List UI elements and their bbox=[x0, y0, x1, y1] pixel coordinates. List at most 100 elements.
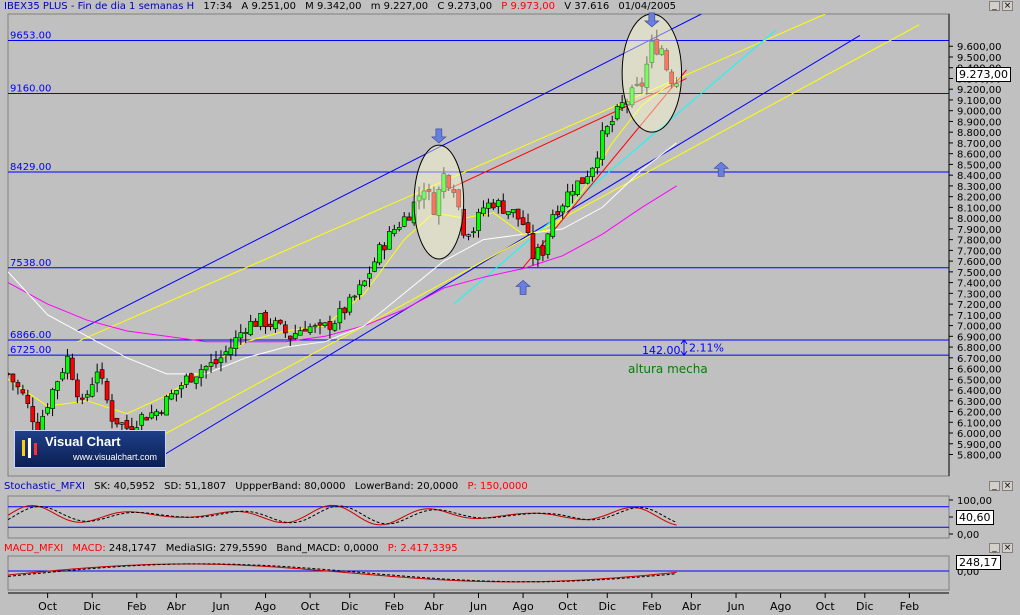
bull-candle bbox=[332, 323, 338, 331]
time-tick-label: Dic bbox=[856, 600, 874, 613]
price-tick-label: 8.000,00 bbox=[957, 214, 1002, 225]
time-tick-label: Feb bbox=[900, 600, 919, 613]
bull-candle bbox=[471, 231, 476, 234]
logo-brand: Visual Chart bbox=[45, 434, 121, 449]
time-tick-label: Abr bbox=[424, 600, 444, 613]
price-tick-label: 8.100,00 bbox=[957, 203, 1002, 214]
price-tick-label: 7.300,00 bbox=[957, 289, 1002, 300]
stoch-k-line bbox=[7, 504, 677, 526]
bull-candle bbox=[94, 371, 100, 384]
bear-candle bbox=[104, 381, 110, 401]
price-tick-label: 6.500,00 bbox=[957, 375, 1002, 386]
price-tick-label: 9.600,00 bbox=[957, 42, 1002, 53]
bull-candle bbox=[55, 381, 60, 391]
bull-candle bbox=[372, 261, 377, 272]
bull-candle bbox=[208, 362, 214, 367]
level-label: 6725.00 bbox=[10, 345, 51, 356]
bull-candle bbox=[233, 337, 239, 349]
bull-candle bbox=[570, 191, 575, 196]
bear-candle bbox=[268, 323, 273, 328]
bull-candle bbox=[387, 231, 392, 250]
last-price-box: 9.273,00 bbox=[956, 67, 1011, 82]
price-tick-label: 7.700,00 bbox=[957, 246, 1002, 257]
logo-mark-icon bbox=[22, 438, 37, 458]
bear-candle bbox=[342, 307, 348, 314]
price-tick-label: 6.800,00 bbox=[957, 343, 1002, 354]
bull-candle bbox=[139, 414, 145, 426]
bear-candle bbox=[580, 177, 585, 184]
time-tick-label: Abr bbox=[682, 600, 702, 613]
price-tick-label: 6.300,00 bbox=[957, 397, 1002, 408]
bull-candle bbox=[481, 207, 486, 215]
bull-candle bbox=[149, 412, 154, 419]
price-tick-label: 6.200,00 bbox=[957, 408, 1002, 419]
bear-candle bbox=[515, 208, 521, 220]
bull-candle bbox=[297, 330, 303, 336]
bull-candle bbox=[545, 233, 551, 255]
price-tick-label: 8.300,00 bbox=[957, 182, 1002, 193]
time-tick-label: Oct bbox=[301, 600, 321, 613]
bear-candle bbox=[124, 420, 130, 429]
bull-candle bbox=[392, 229, 397, 234]
bear-candle bbox=[79, 397, 85, 400]
bear-candle bbox=[70, 357, 75, 380]
time-tick-label: Oct bbox=[38, 600, 58, 613]
price-tick-label: 6.600,00 bbox=[957, 365, 1002, 376]
time-tick-label: Jun bbox=[469, 600, 487, 613]
bull-candle bbox=[292, 333, 298, 339]
bull-candle bbox=[193, 376, 199, 384]
time-tick-label: Ago bbox=[770, 600, 792, 613]
bull-candle bbox=[476, 211, 481, 231]
bear-candle bbox=[159, 412, 164, 414]
bear-candle bbox=[10, 373, 16, 383]
bear-candle bbox=[525, 222, 531, 233]
price-tick-label: 6.400,00 bbox=[957, 386, 1002, 397]
bear-candle bbox=[253, 320, 258, 327]
bull-candle bbox=[238, 332, 244, 339]
time-tick-label: Feb bbox=[127, 600, 146, 613]
bear-candle bbox=[188, 373, 194, 383]
time-tick-label: Feb bbox=[642, 600, 661, 613]
bull-candle bbox=[357, 284, 362, 295]
bull-candle bbox=[560, 205, 565, 213]
bull-candle bbox=[218, 357, 224, 363]
wick-label: altura mecha bbox=[628, 362, 708, 376]
price-tick-label: 6.900,00 bbox=[957, 332, 1002, 343]
price-tick-label: 7.200,00 bbox=[957, 300, 1002, 311]
macd-panel: MACD_MFXI MACD: 248,1747 MediaSIG: 279,5… bbox=[4, 542, 1019, 592]
bull-candle bbox=[595, 157, 600, 169]
macd-last-value: 248,17 bbox=[956, 555, 1001, 570]
price-tick-label: 7.900,00 bbox=[957, 225, 1002, 236]
price-tick-label: 6.000,00 bbox=[957, 429, 1002, 440]
bull-candle bbox=[248, 321, 253, 335]
price-tick-label: 8.800,00 bbox=[957, 128, 1002, 139]
bull-candle bbox=[50, 389, 55, 409]
chart-window: IBEX35 PLUS - Fin de dia 1 semanas H 17:… bbox=[0, 0, 1020, 615]
moving-average-short bbox=[8, 78, 677, 415]
bull-candle bbox=[164, 396, 169, 416]
logo-url: www.visualchart.com bbox=[73, 452, 158, 462]
bear-candle bbox=[317, 322, 323, 326]
difference-value: 142.00 bbox=[642, 344, 681, 357]
bull-candle bbox=[322, 322, 328, 327]
bull-candle bbox=[243, 332, 249, 334]
stoch-tick-label: 0,00 bbox=[957, 530, 979, 540]
macd-line bbox=[7, 563, 677, 583]
price-tick-label: 9.500,00 bbox=[957, 53, 1002, 64]
level-label: 8429.00 bbox=[10, 162, 51, 173]
bear-candle bbox=[530, 233, 536, 260]
price-tick-label: 5.800,00 bbox=[957, 451, 1002, 462]
bear-candle bbox=[555, 211, 561, 216]
bull-candle bbox=[585, 176, 590, 184]
bear-candle bbox=[540, 245, 546, 256]
level-label: 6866.00 bbox=[10, 330, 51, 341]
time-tick-label: Dic bbox=[598, 600, 616, 613]
bull-candle bbox=[307, 326, 313, 333]
bull-candle bbox=[367, 273, 372, 279]
price-tick-label: 7.600,00 bbox=[957, 257, 1002, 268]
price-tick-label: 9.200,00 bbox=[957, 85, 1002, 96]
bull-candle bbox=[565, 191, 570, 207]
price-tick-label: 7.000,00 bbox=[957, 322, 1002, 333]
bull-candle bbox=[60, 372, 65, 380]
time-tick-label: Jun bbox=[211, 600, 229, 613]
